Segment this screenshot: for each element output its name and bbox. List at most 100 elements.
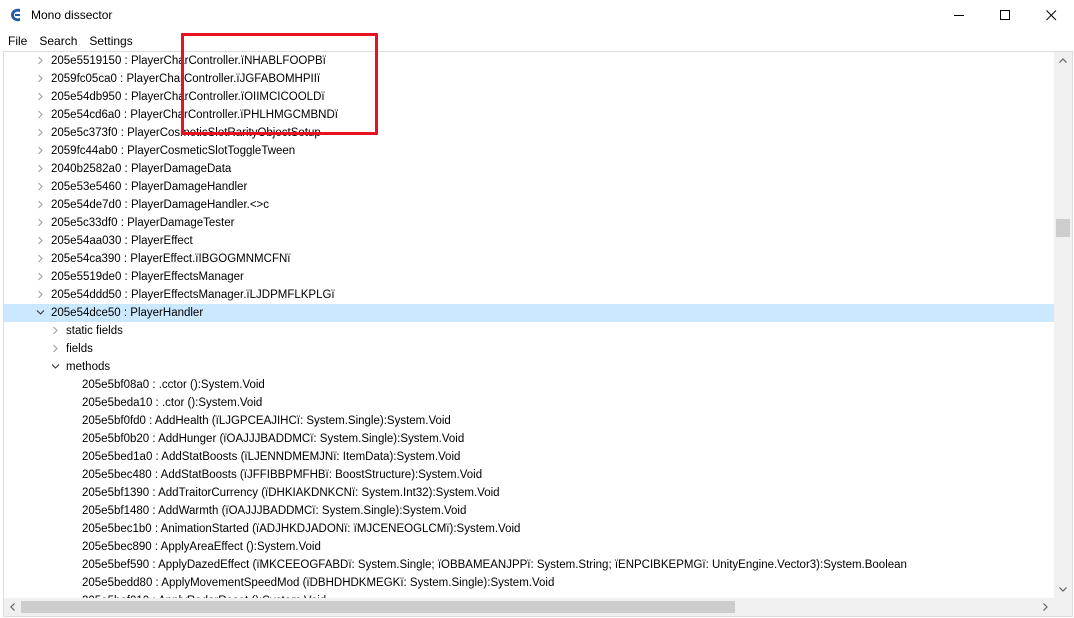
tree-node-label: 205e54de7d0 : PlayerDamageHandler.<>c xyxy=(51,199,270,211)
tree-node[interactable]: 205e54de7d0 : PlayerDamageHandler.<>c xyxy=(4,196,1054,214)
tree-node-label: 205e54ddd50 : PlayerEffectsManager.ïLJDP… xyxy=(51,289,335,301)
tree-node[interactable]: 205e54ca390 : PlayerEffect.ïIBGOGMNMCFNï xyxy=(4,250,1054,268)
close-button[interactable] xyxy=(1028,0,1074,31)
class-tree[interactable]: 205e5519150 : PlayerCharController.ïNHAB… xyxy=(4,52,1054,598)
tree-node[interactable]: fields xyxy=(4,340,1054,358)
scroll-right-button[interactable] xyxy=(1037,598,1054,616)
tree-node-label: 205e5bf0b20 : AddHunger (ïOAJJJBADDMCï: … xyxy=(82,433,465,445)
tree-node-label: 205e54ca390 : PlayerEffect.ïIBGOGMNMCFNï xyxy=(51,253,291,265)
collapsed-chevron-icon[interactable] xyxy=(36,218,45,227)
collapsed-chevron-icon[interactable] xyxy=(36,200,45,209)
tree-node-label: 205e5bf0fd0 : AddHealth (ïLJGPCEAJIHCï: … xyxy=(82,415,451,427)
collapsed-chevron-icon[interactable] xyxy=(51,326,60,335)
tree-node[interactable]: 205e5bec480 : AddStatBoosts (ïJFFIBBPMFH… xyxy=(4,466,1054,484)
menu-file[interactable]: File xyxy=(2,31,33,51)
chevron-right-icon xyxy=(1043,603,1048,611)
tree-node-label: 205e5bed1a0 : AddStatBoosts (ïLJENNDMEMJ… xyxy=(82,451,461,463)
tree-node-label: 205e5519150 : PlayerCharController.ïNHAB… xyxy=(51,55,326,67)
tree-node[interactable]: 205e5bedd80 : ApplyMovementSpeedMod (ïDB… xyxy=(4,574,1054,592)
tree-node-label: 205e5bf08a0 : .cctor ():System.Void xyxy=(82,379,265,391)
close-icon xyxy=(1045,10,1056,21)
tree-node[interactable]: 205e54cd6a0 : PlayerCharController.ïPHLH… xyxy=(4,106,1054,124)
tree-node[interactable]: 205e5bf0fd0 : AddHealth (ïLJGPCEAJIHCï: … xyxy=(4,412,1054,430)
tree-node[interactable]: 205e5bf08a0 : .cctor ():System.Void xyxy=(4,376,1054,394)
chevron-down-icon xyxy=(1059,587,1067,592)
tree-node[interactable]: 205e5c373f0 : PlayerCosmeticSlotRarityOb… xyxy=(4,124,1054,142)
tree-node[interactable]: 205e54ddd50 : PlayerEffectsManager.ïLJDP… xyxy=(4,286,1054,304)
scrollbar-corner xyxy=(1054,598,1072,616)
tree-node[interactable]: 2059fc05ca0 : PlayerCharController.ïJGFA… xyxy=(4,70,1054,88)
scroll-down-button[interactable] xyxy=(1054,581,1072,598)
minimize-button[interactable] xyxy=(936,0,982,31)
menu-search[interactable]: Search xyxy=(33,31,83,51)
collapsed-chevron-icon[interactable] xyxy=(36,56,45,65)
collapsed-chevron-icon[interactable] xyxy=(36,182,45,191)
collapsed-chevron-icon[interactable] xyxy=(36,128,45,137)
tree-node[interactable]: 205e5bf0b20 : AddHunger (ïOAJJJBADDMCï: … xyxy=(4,430,1054,448)
tree-node-label: 205e5bf1390 : AddTraitorCurrency (ïDHKIA… xyxy=(82,487,500,499)
tree-node[interactable]: 205e5bec1b0 : AnimationStarted (ïADJHKDJ… xyxy=(4,520,1054,538)
collapsed-chevron-icon[interactable] xyxy=(36,254,45,263)
scroll-left-button[interactable] xyxy=(4,598,21,616)
collapsed-chevron-icon[interactable] xyxy=(36,164,45,173)
tree-node-label: 205e5bf1480 : AddWarmth (ïOAJJJBADDMCï: … xyxy=(82,505,467,517)
class-tree-panel: 205e5519150 : PlayerCharController.ïNHAB… xyxy=(3,51,1073,617)
tree-node-label: 2040b2582a0 : PlayerDamageData xyxy=(51,163,232,175)
scroll-up-button[interactable] xyxy=(1054,52,1072,69)
collapsed-chevron-icon[interactable] xyxy=(36,290,45,299)
cheat-engine-icon xyxy=(11,8,20,22)
expanded-chevron-icon[interactable] xyxy=(36,308,45,317)
tree-node[interactable]: 205e5c33df0 : PlayerDamageTester xyxy=(4,214,1054,232)
tree-node[interactable]: 205e5bf1480 : AddWarmth (ïOAJJJBADDMCï: … xyxy=(4,502,1054,520)
tree-node[interactable]: 205e5bf1390 : AddTraitorCurrency (ïDHKIA… xyxy=(4,484,1054,502)
tree-node-label: 205e54db950 : PlayerCharController.ïOIIM… xyxy=(51,91,325,103)
tree-node-label: 205e53e5460 : PlayerDamageHandler xyxy=(51,181,248,193)
menu-settings[interactable]: Settings xyxy=(83,31,138,51)
tree-node-label: fields xyxy=(66,343,93,355)
minimize-icon xyxy=(953,15,964,16)
tree-node[interactable]: 2059fc44ab0 : PlayerCosmeticSlotToggleTw… xyxy=(4,142,1054,160)
window-title: Mono dissector xyxy=(31,8,113,22)
tree-node[interactable]: 2040b2582a0 : PlayerDamageData xyxy=(4,160,1054,178)
tree-node-label: 205e5519de0 : PlayerEffectsManager xyxy=(51,271,244,283)
tree-node-label: 205e5bec890 : ApplyAreaEffect ():System.… xyxy=(82,541,321,553)
tree-node-label: 205e5c33df0 : PlayerDamageTester xyxy=(51,217,235,229)
collapsed-chevron-icon[interactable] xyxy=(36,74,45,83)
tree-node-label: 205e5c373f0 : PlayerCosmeticSlotRarityOb… xyxy=(51,127,321,139)
tree-node[interactable]: 205e5bec890 : ApplyAreaEffect ():System.… xyxy=(4,538,1054,556)
vertical-scrollbar[interactable] xyxy=(1054,52,1072,598)
tree-node[interactable]: static fields xyxy=(4,322,1054,340)
collapsed-chevron-icon[interactable] xyxy=(36,236,45,245)
title-bar[interactable]: Mono dissector xyxy=(0,0,1074,31)
tree-node[interactable]: 205e5519de0 : PlayerEffectsManager xyxy=(4,268,1054,286)
tree-node[interactable]: methods xyxy=(4,358,1054,376)
tree-node-label: 205e54aa030 : PlayerEffect xyxy=(51,235,193,247)
tree-node-label: 205e5beda10 : .ctor ():System.Void xyxy=(82,397,263,409)
tree-node[interactable]: 205e54aa030 : PlayerEffect xyxy=(4,232,1054,250)
maximize-button[interactable] xyxy=(982,0,1028,31)
chevron-up-icon xyxy=(1059,58,1067,63)
maximize-icon xyxy=(999,10,1010,20)
tree-node-label: 205e54cd6a0 : PlayerCharController.ïPHLH… xyxy=(51,109,338,121)
horizontal-scroll-thumb[interactable] xyxy=(21,601,735,613)
tree-node[interactable]: 205e5bef590 : ApplyDazedEffect (ïMKCEEOG… xyxy=(4,556,1054,574)
expanded-chevron-icon[interactable] xyxy=(51,362,60,371)
tree-node-label: 205e5bedd80 : ApplyMovementSpeedMod (ïDB… xyxy=(82,577,555,589)
tree-node[interactable]: 205e54db950 : PlayerCharController.ïOIIM… xyxy=(4,88,1054,106)
tree-node[interactable]: 205e5bed1a0 : AddStatBoosts (ïLJENNDMEMJ… xyxy=(4,448,1054,466)
vertical-scroll-thumb[interactable] xyxy=(1056,219,1070,237)
tree-node-label: methods xyxy=(66,361,111,373)
tree-node[interactable]: 205e5519150 : PlayerCharController.ïNHAB… xyxy=(4,52,1054,70)
collapsed-chevron-icon[interactable] xyxy=(36,110,45,119)
collapsed-chevron-icon[interactable] xyxy=(36,272,45,281)
collapsed-chevron-icon[interactable] xyxy=(36,146,45,155)
tree-node[interactable]: 205e5beda10 : .ctor ():System.Void xyxy=(4,394,1054,412)
tree-node-label: 205e5bec1b0 : AnimationStarted (ïADJHKDJ… xyxy=(82,523,521,535)
collapsed-chevron-icon[interactable] xyxy=(36,92,45,101)
collapsed-chevron-icon[interactable] xyxy=(51,344,60,353)
tree-node[interactable]: 205e54dce50 : PlayerHandler xyxy=(4,304,1054,322)
tree-node[interactable]: 205e53e5460 : PlayerDamageHandler xyxy=(4,178,1054,196)
tree-node-label: 205e54dce50 : PlayerHandler xyxy=(51,307,204,319)
tree-node-label: 205e5bef590 : ApplyDazedEffect (ïMKCEEOG… xyxy=(82,559,907,571)
horizontal-scrollbar[interactable] xyxy=(4,598,1054,616)
